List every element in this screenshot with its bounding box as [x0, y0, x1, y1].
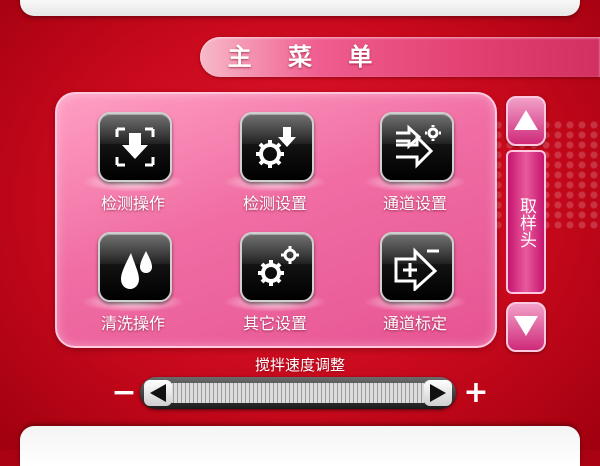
menu-item-label: 检测设置 [242, 194, 307, 213]
stir-speed-label: 搅拌速度调整 [254, 356, 345, 374]
menu-item-detect-operation[interactable]: 检测操作 [73, 112, 193, 222]
menu-item-label: 检测操作 [100, 194, 165, 213]
menu-item-label: 通道标定 [382, 314, 447, 333]
arrow-down-icon [514, 316, 538, 336]
arrow-left-icon [150, 384, 166, 402]
download-frame-icon[interactable] [98, 112, 172, 182]
gears-icon[interactable] [240, 232, 314, 302]
arrow-right-icon [430, 384, 446, 402]
sample-head-button[interactable]: 取样头 [506, 150, 546, 294]
menu-item-channel-settings[interactable]: 通道设置 [355, 112, 475, 222]
menu-item-channel-calibration[interactable]: 通道标定 [355, 232, 475, 342]
water-drops-icon[interactable] [98, 232, 172, 302]
stir-speed-slider[interactable] [140, 377, 456, 409]
slider-rail[interactable] [170, 383, 426, 403]
menu-item-label: 清洗操作 [100, 314, 165, 333]
menu-item-label: 通道设置 [382, 194, 447, 213]
slider-left-arrow-button[interactable] [144, 380, 172, 406]
slider-right-arrow-button[interactable] [424, 380, 452, 406]
page-title: 主 菜 单 [227, 43, 387, 71]
menu-item-other-settings[interactable]: 其它设置 [215, 232, 335, 342]
gear-download-icon[interactable] [240, 112, 314, 182]
scroll-down-button[interactable] [506, 302, 546, 352]
increase-button[interactable]: + [462, 378, 490, 408]
channel-plus-minus-icon[interactable] [380, 232, 454, 302]
scroll-up-button[interactable] [506, 96, 546, 146]
decrease-button[interactable]: − [110, 378, 138, 408]
menu-item-cleaning-operation[interactable]: 清洗操作 [73, 232, 193, 342]
menu-item-label: 其它设置 [242, 314, 307, 333]
top-bar [20, 0, 580, 16]
channel-arrow-gear-icon[interactable] [380, 112, 454, 182]
bottom-bar [20, 426, 580, 466]
arrow-up-icon [514, 110, 538, 130]
side-column: 取样头 [506, 96, 546, 352]
menu-panel: 检测操作 检测设置 通道设置 清洗操作 其它设置 通道标定 [55, 92, 497, 348]
menu-item-detect-settings[interactable]: 检测设置 [215, 112, 335, 222]
